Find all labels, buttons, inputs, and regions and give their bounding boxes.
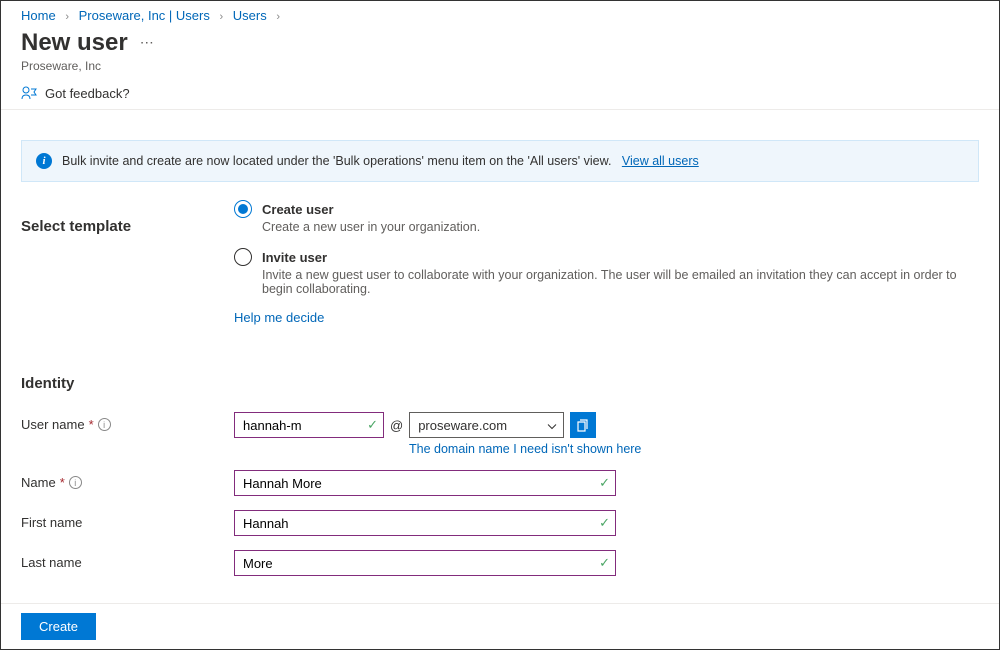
feedback-label: Got feedback? xyxy=(45,86,130,101)
radio-description: Create a new user in your organization. xyxy=(262,220,979,234)
more-actions-icon[interactable]: ⋯ xyxy=(140,34,155,51)
name-label: Name* i xyxy=(21,470,234,490)
identity-heading: Identity xyxy=(21,375,979,392)
info-banner: i Bulk invite and create are now located… xyxy=(21,140,979,182)
select-template-heading: Select template xyxy=(21,182,234,235)
chevron-down-icon xyxy=(547,418,557,433)
at-symbol: @ xyxy=(390,418,403,433)
feedback-icon xyxy=(21,85,37,101)
radio-icon xyxy=(234,200,252,218)
copy-button[interactable] xyxy=(570,412,596,438)
info-icon: i xyxy=(36,153,52,169)
lastname-label: Last name xyxy=(21,550,234,570)
radio-label: Create user xyxy=(262,202,334,217)
breadcrumb-org-users[interactable]: Proseware, Inc | Users xyxy=(79,8,210,23)
radio-icon xyxy=(234,248,252,266)
domain-select[interactable]: proseware.com xyxy=(409,412,564,438)
username-input[interactable] xyxy=(234,412,384,438)
breadcrumb-users[interactable]: Users xyxy=(233,8,267,23)
copy-icon xyxy=(576,418,590,432)
create-button[interactable]: Create xyxy=(21,613,96,640)
breadcrumb: Home › Proseware, Inc | Users › Users › xyxy=(1,1,999,27)
info-icon[interactable]: i xyxy=(98,418,111,431)
username-label: User name* i xyxy=(21,412,234,432)
domain-hint-link[interactable]: The domain name I need isn't shown here xyxy=(409,442,641,456)
lastname-input[interactable] xyxy=(234,550,616,576)
view-all-users-link[interactable]: View all users xyxy=(622,154,699,168)
info-icon[interactable]: i xyxy=(69,476,82,489)
chevron-right-icon: › xyxy=(65,11,69,23)
help-me-decide-link[interactable]: Help me decide xyxy=(234,310,324,325)
breadcrumb-home[interactable]: Home xyxy=(21,8,56,23)
chevron-right-icon: › xyxy=(220,11,224,23)
radio-label: Invite user xyxy=(262,250,327,265)
radio-invite-user[interactable]: Invite user Invite a new guest user to c… xyxy=(234,248,979,296)
name-input[interactable] xyxy=(234,470,616,496)
radio-description: Invite a new guest user to collaborate w… xyxy=(262,268,979,296)
chevron-right-icon: › xyxy=(276,11,280,23)
footer: Create xyxy=(1,603,999,649)
firstname-input[interactable] xyxy=(234,510,616,536)
page-title: New user xyxy=(21,29,128,57)
banner-text: Bulk invite and create are now located u… xyxy=(62,154,611,168)
firstname-label: First name xyxy=(21,510,234,530)
feedback-bar[interactable]: Got feedback? xyxy=(1,79,999,110)
radio-create-user[interactable]: Create user Create a new user in your or… xyxy=(234,200,979,234)
page-subtitle: Proseware, Inc xyxy=(21,59,979,73)
page-header: New user ⋯ Proseware, Inc xyxy=(1,27,999,79)
